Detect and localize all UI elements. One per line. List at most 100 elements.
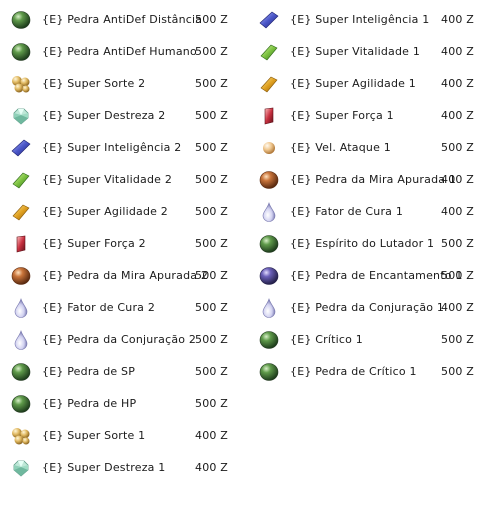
item-row[interactable]: {E} Super Inteligência 2 500 Z [8,132,236,164]
item-row[interactable]: {E} Super Vitalidade 1 400 Z [256,36,476,68]
item-name: {E} Super Inteligência 2 [42,141,182,154]
item-price: 500 Z [195,301,229,314]
red-crystal-icon [258,106,280,126]
item-row[interactable]: {E} Super Sorte 1 400 Z [8,420,236,452]
item-price: 400 Z [441,109,475,122]
item-row[interactable]: {E} Super Destreza 2 500 Z [8,100,236,132]
item-name: {E} Super Agilidade 1 [290,77,417,90]
item-row[interactable]: {E} Pedra de Encantamento 1 500 Z [256,260,476,292]
item-name: {E} Pedra AntiDef Distância [42,13,203,26]
item-name: {E} Pedra da Mira Apurada 2 [42,269,209,282]
item-name: {E} Pedra da Conjuração 1 [290,301,445,314]
item-price: 500 Z [195,77,229,90]
item-price: 400 Z [195,461,229,474]
green-crystal-icon [10,170,32,190]
green-stone-icon [10,394,32,414]
item-name: {E} Pedra da Mira Apurada 1 [290,173,457,186]
item-price: 400 Z [441,301,475,314]
item-price: 500 Z [195,237,229,250]
item-price: 500 Z [195,365,229,378]
item-price: 500 Z [195,141,229,154]
item-row[interactable]: {E} Super Inteligência 1 400 Z [256,4,476,36]
green-crystal-icon [258,42,280,62]
item-row[interactable]: {E} Vel. Ataque 1 500 Z [256,132,476,164]
item-name: {E} Super Vitalidade 1 [290,45,421,58]
item-price: 500 Z [441,141,475,154]
item-row[interactable]: {E} Fator de Cura 2 500 Z [8,292,236,324]
orange-stone-icon [258,170,280,190]
item-price: 500 Z [195,205,229,218]
item-row[interactable]: {E} Pedra de SP 500 Z [8,356,236,388]
item-name: {E} Super Destreza 1 [42,461,166,474]
small-orb-icon [258,138,280,158]
item-row[interactable]: {E} Espírito do Lutador 1 500 Z [256,228,476,260]
item-row[interactable]: {E} Super Força 1 400 Z [256,100,476,132]
item-list-right: {E} Super Inteligência 1 400 Z {E} Super V… [256,4,476,388]
item-name: {E} Pedra AntiDef Humano [42,45,197,58]
item-row[interactable]: {E} Pedra de HP 500 Z [8,388,236,420]
item-price: 400 Z [441,173,475,186]
item-price: 500 Z [195,173,229,186]
item-price: 400 Z [441,77,475,90]
item-row[interactable]: {E} Super Agilidade 2 500 Z [8,196,236,228]
blue-crystal-icon [10,138,32,158]
item-price: 500 Z [195,109,229,122]
item-price: 500 Z [195,13,229,26]
green-stone-icon [10,362,32,382]
item-row[interactable]: {E} Pedra AntiDef Distância 500 Z [8,4,236,36]
item-name: {E} Super Sorte 1 [42,429,146,442]
item-row[interactable]: {E} Pedra da Mira Apurada 1 400 Z [256,164,476,196]
item-name: {E} Super Inteligência 1 [290,13,430,26]
blue-crystal-icon [258,10,280,30]
red-crystal-icon [10,234,32,254]
item-name: {E} Vel. Ataque 1 [290,141,391,154]
water-drop-icon [10,298,32,318]
gold-nuggets-icon [10,426,32,446]
item-name: {E} Super Força 1 [290,109,394,122]
purple-stone-icon [258,266,280,286]
item-row[interactable]: {E} Super Destreza 1 400 Z [8,452,236,484]
item-row[interactable]: {E} Crítico 1 500 Z [256,324,476,356]
item-row[interactable]: {E} Pedra de Crítico 1 500 Z [256,356,476,388]
item-row[interactable]: {E} Pedra da Conjuração 2 500 Z [8,324,236,356]
orange-stone-icon [10,266,32,286]
water-drop-icon [10,330,32,350]
item-price: 500 Z [441,333,475,346]
green-stone-icon [10,42,32,62]
gold-nuggets-icon [10,74,32,94]
item-row[interactable]: {E} Super Vitalidade 2 500 Z [8,164,236,196]
item-row[interactable]: {E} Pedra AntiDef Humano 500 Z [8,36,236,68]
item-price: 500 Z [441,237,475,250]
item-row[interactable]: {E} Super Força 2 500 Z [8,228,236,260]
item-price: 500 Z [441,365,475,378]
green-stone-icon [258,330,280,350]
item-price: 400 Z [441,13,475,26]
item-list-left: {E} Pedra AntiDef Distância 500 Z {E} Pedr… [8,4,236,484]
item-name: {E} Super Força 2 [42,237,146,250]
emerald-gem-icon [10,458,32,478]
item-name: {E} Super Destreza 2 [42,109,166,122]
yellow-crystal-icon [10,202,32,222]
yellow-crystal-icon [258,74,280,94]
emerald-gem-icon [10,106,32,126]
item-name: {E} Fator de Cura 1 [290,205,404,218]
water-drop-icon [258,202,280,222]
item-name: {E} Pedra da Conjuração 2 [42,333,197,346]
item-price: 500 Z [195,397,229,410]
item-name: {E} Pedra de HP [42,397,137,410]
item-row[interactable]: {E} Super Sorte 2 500 Z [8,68,236,100]
item-name: {E} Pedra de Crítico 1 [290,365,417,378]
item-name: {E} Pedra de Encantamento 1 [290,269,463,282]
item-row[interactable]: {E} Pedra da Mira Apurada 2 500 Z [8,260,236,292]
item-name: {E} Super Sorte 2 [42,77,146,90]
item-price: 500 Z [195,333,229,346]
water-drop-icon [258,298,280,318]
item-price: 500 Z [195,45,229,58]
item-row[interactable]: {E} Super Agilidade 1 400 Z [256,68,476,100]
item-price: 400 Z [195,429,229,442]
item-price: 500 Z [195,269,229,282]
green-stone-icon [258,362,280,382]
item-row[interactable]: {E} Fator de Cura 1 400 Z [256,196,476,228]
green-stone-icon [258,234,280,254]
item-row[interactable]: {E} Pedra da Conjuração 1 400 Z [256,292,476,324]
